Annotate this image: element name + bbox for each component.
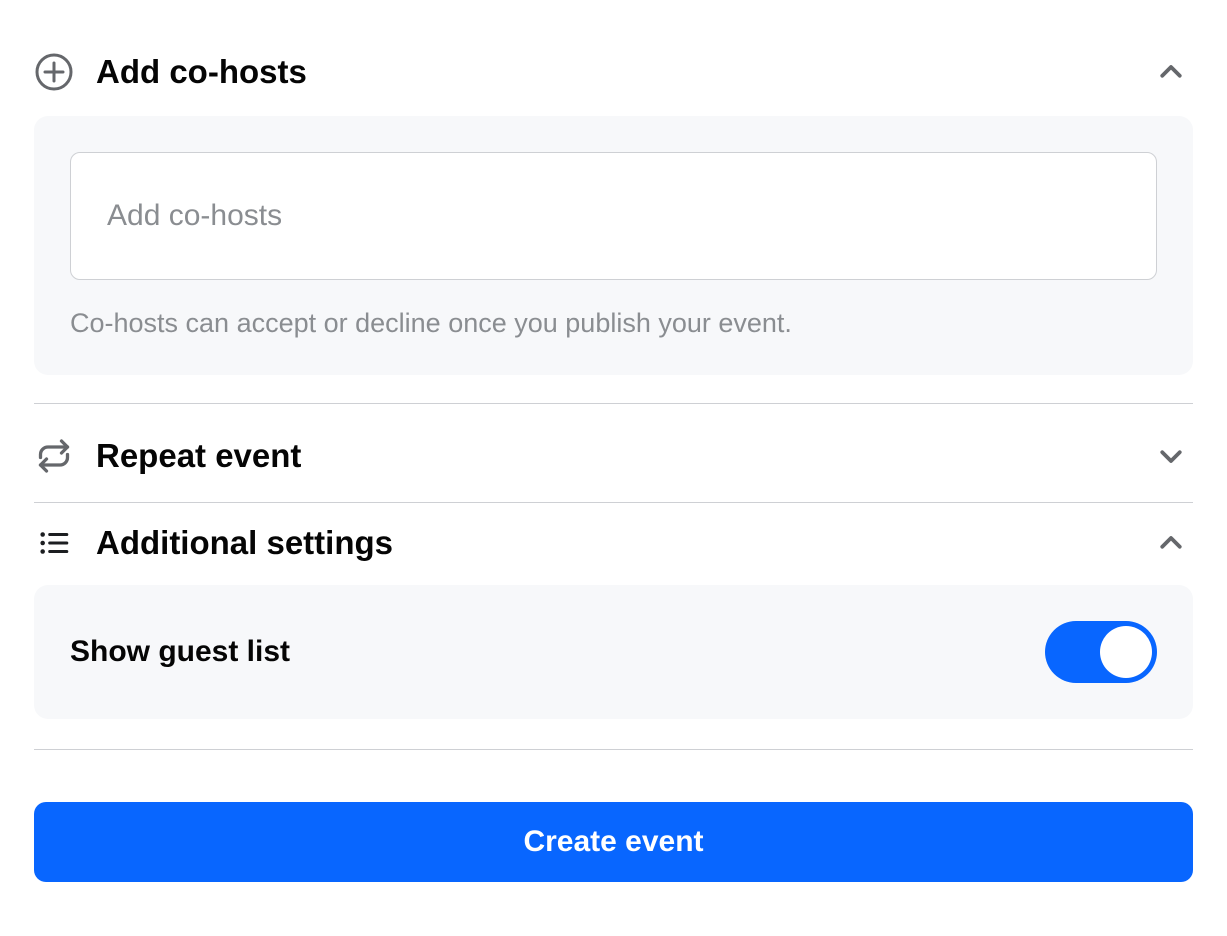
add-cohosts-header[interactable]: Add co-hosts [34, 40, 1193, 104]
repeat-icon [34, 436, 74, 476]
plus-circle-icon [34, 52, 74, 92]
cohosts-input[interactable] [70, 152, 1157, 280]
show-guest-list-toggle[interactable] [1045, 621, 1157, 683]
divider [34, 502, 1193, 503]
chevron-up-icon [1149, 50, 1193, 94]
chevron-down-icon [1149, 434, 1193, 478]
toggle-knob [1100, 626, 1152, 678]
repeat-event-title: Repeat event [96, 437, 1127, 475]
additional-settings-title: Additional settings [96, 524, 1127, 562]
repeat-event-header[interactable]: Repeat event [34, 424, 1193, 488]
cohosts-helper-text: Co-hosts can accept or decline once you … [70, 308, 1157, 339]
add-cohosts-title: Add co-hosts [96, 53, 1127, 91]
chevron-up-icon [1149, 521, 1193, 565]
additional-settings-panel: Show guest list [34, 585, 1193, 719]
create-event-button[interactable]: Create event [34, 802, 1193, 882]
divider [34, 403, 1193, 404]
show-guest-list-label: Show guest list [70, 635, 290, 669]
divider [34, 749, 1193, 750]
add-cohosts-panel: Co-hosts can accept or decline once you … [34, 116, 1193, 375]
list-icon [34, 523, 74, 563]
additional-settings-header[interactable]: Additional settings [34, 511, 1193, 575]
